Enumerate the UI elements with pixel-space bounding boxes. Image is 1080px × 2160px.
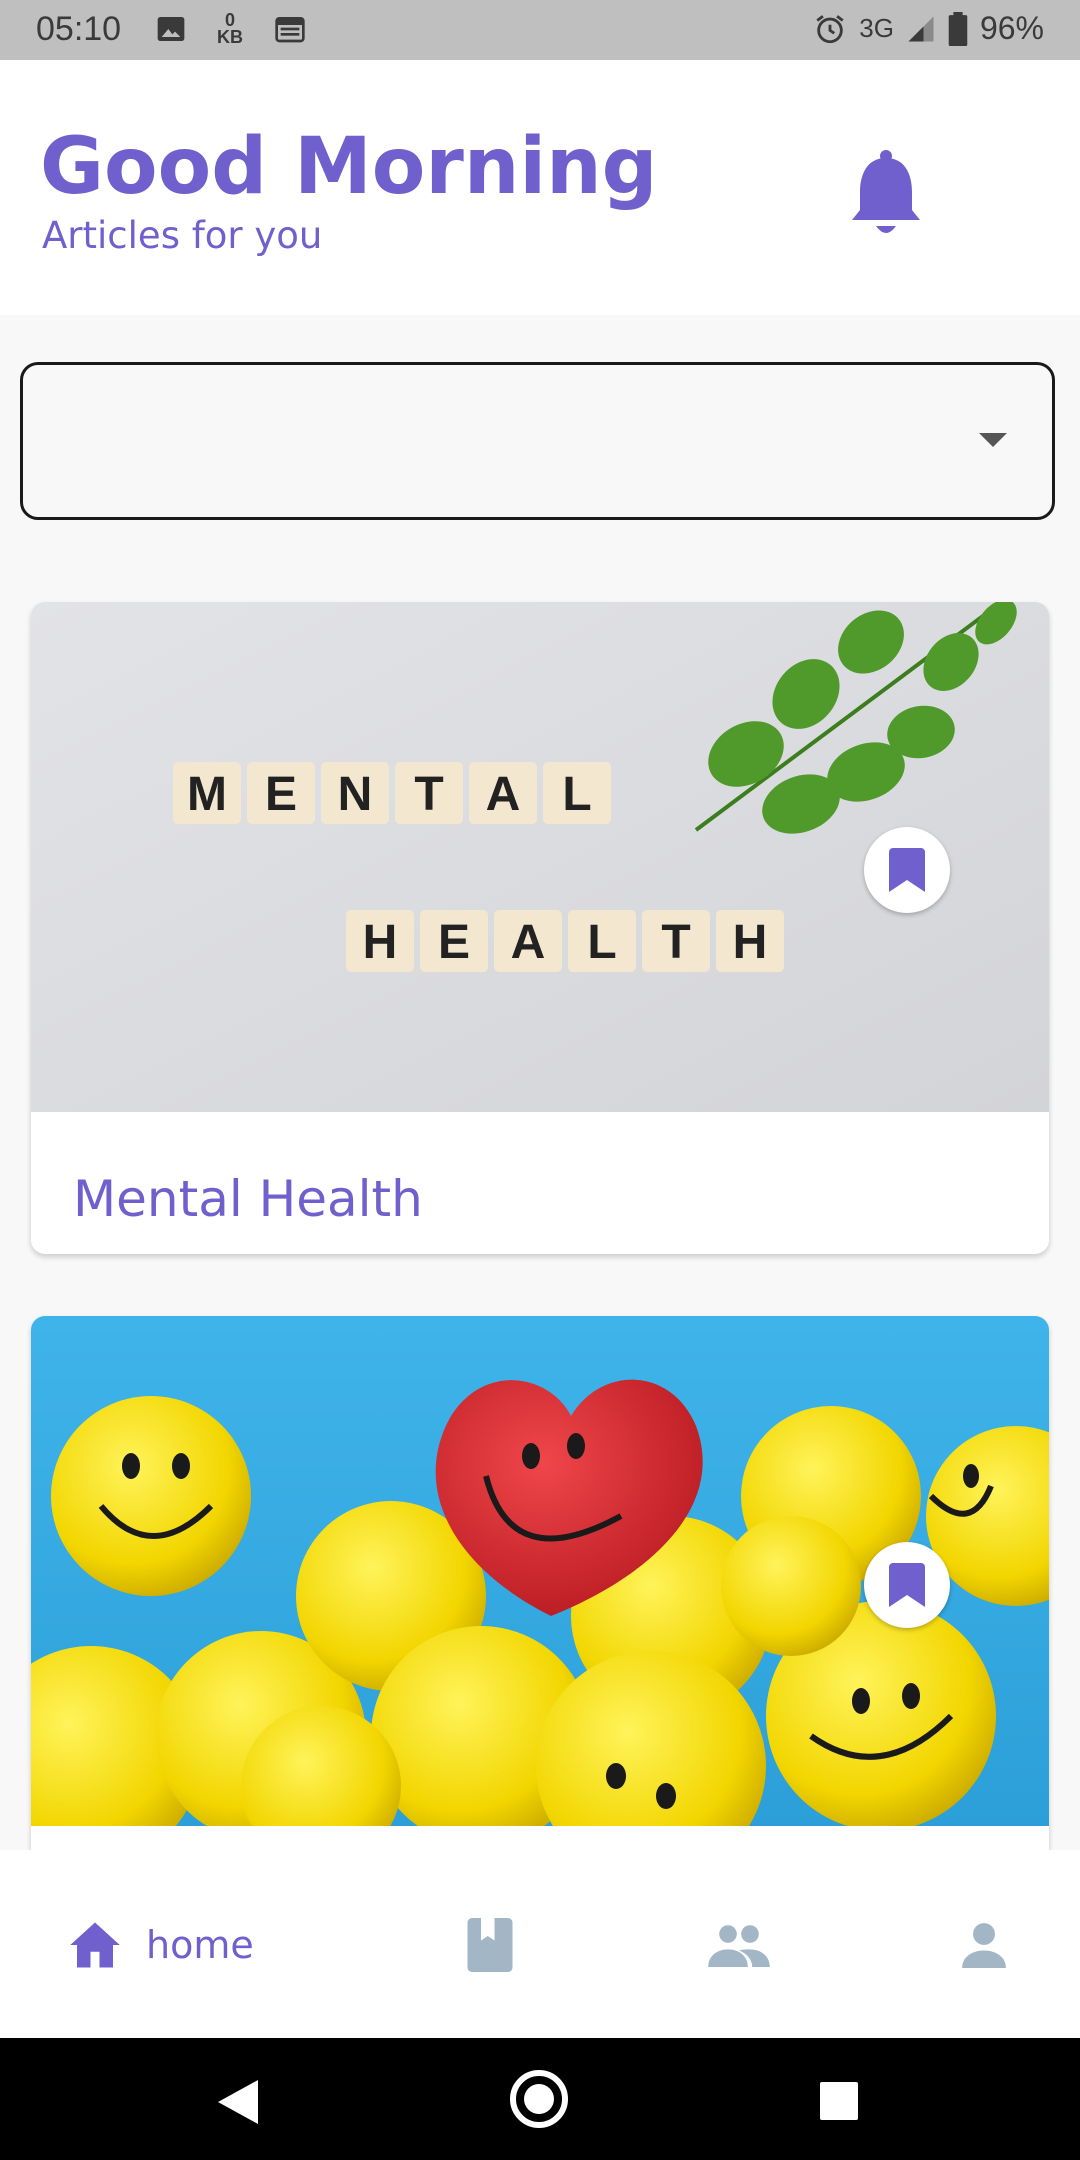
- battery-icon: [948, 11, 968, 46]
- greeting-title: Good Morning: [40, 122, 658, 212]
- system-navigation-bar: [0, 2038, 1080, 2160]
- home-icon: [70, 1922, 120, 1968]
- status-time: 05:10: [36, 10, 122, 48]
- status-system-icons: 3G 96%: [813, 10, 1044, 47]
- book-icon: [467, 1918, 513, 1972]
- status-notification-icons: 0 KB: [155, 10, 307, 47]
- battery-percent: 96%: [979, 10, 1044, 46]
- tile-letter: A: [511, 916, 546, 969]
- tile-letter: T: [414, 768, 443, 821]
- status-bar: 05:10 0 KB 3G 96%: [0, 0, 1080, 60]
- nav-profile[interactable]: [962, 1910, 1006, 1980]
- network-type: 3G: [859, 13, 894, 43]
- header: Good Morning Articles for you: [0, 60, 1080, 315]
- article-card[interactable]: M E N T A L H E A L T H Mental Health: [31, 602, 1049, 1254]
- bookmark-button[interactable]: [864, 827, 950, 913]
- bottom-navigation: home: [0, 1850, 1080, 2038]
- home-circle-icon[interactable]: [508, 2068, 570, 2130]
- tile-letter: A: [486, 768, 521, 821]
- tile-letter: E: [265, 768, 297, 821]
- alarm-icon: [816, 14, 844, 43]
- bookmark-icon: [889, 848, 925, 892]
- tile-letter: L: [562, 768, 591, 821]
- back-icon[interactable]: [218, 2080, 258, 2124]
- tile-letter: N: [338, 768, 373, 821]
- tile-letter: E: [438, 916, 470, 969]
- nav-articles[interactable]: [467, 1910, 513, 1980]
- nav-home[interactable]: home: [68, 1910, 254, 1980]
- dropdown-arrow-icon: [979, 433, 1007, 447]
- nav-community[interactable]: [708, 1910, 770, 1980]
- recents-icon[interactable]: [820, 2082, 858, 2120]
- signal-icon: [908, 16, 934, 41]
- bookmark-icon: [889, 1563, 925, 1607]
- calendar-icon: [275, 17, 305, 43]
- image-icon: [157, 17, 185, 41]
- tile-letter: H: [363, 916, 398, 969]
- article-title: Mental Health: [73, 1170, 423, 1228]
- tile-letter: M: [187, 768, 227, 821]
- notification-bell-icon[interactable]: [848, 148, 924, 238]
- tile-letter: T: [661, 916, 690, 969]
- nav-home-label: home: [146, 1923, 254, 1967]
- tile-letter: L: [587, 916, 616, 969]
- person-icon: [962, 1923, 1006, 1968]
- bookmark-button[interactable]: [864, 1542, 950, 1628]
- category-dropdown[interactable]: [20, 362, 1055, 520]
- people-icon: [708, 1925, 770, 1967]
- greeting-subtitle: Articles for you: [42, 214, 323, 257]
- data-counter: 0 KB: [217, 10, 243, 47]
- tile-letter: H: [733, 916, 768, 969]
- article-card[interactable]: [31, 1316, 1049, 1876]
